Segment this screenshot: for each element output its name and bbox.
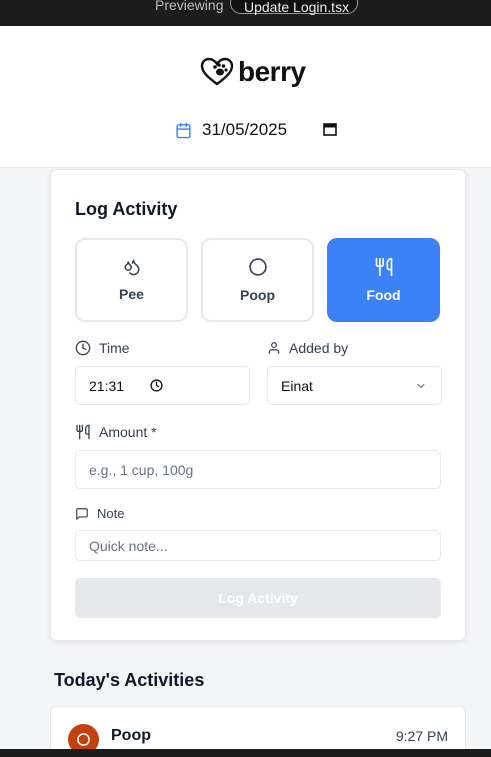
calendar-picker-icon[interactable] xyxy=(323,122,337,136)
clock-icon xyxy=(75,340,91,356)
type-label-pee: Pee xyxy=(119,286,144,302)
time-label: Time xyxy=(75,340,130,356)
amount-placeholder: e.g., 1 cup, 100g xyxy=(89,461,194,478)
time-input[interactable]: 21:31 xyxy=(75,366,250,405)
added-by-label-text: Added by xyxy=(289,340,349,356)
utensils-icon xyxy=(375,257,392,277)
time-value: 21:31 xyxy=(89,377,125,394)
note-label: Note xyxy=(75,506,124,521)
type-label-poop: Poop xyxy=(240,287,275,303)
app-header: berry 31/05/2025 xyxy=(0,26,491,168)
preview-bar: Previewing Update Login.tsx xyxy=(0,0,491,26)
bottom-bar xyxy=(0,749,491,757)
amount-label-text: Amount * xyxy=(99,424,157,440)
utensils-icon xyxy=(76,424,90,440)
preview-label: Previewing xyxy=(155,0,224,13)
time-label-text: Time xyxy=(99,340,130,356)
calendar-icon xyxy=(176,122,191,138)
note-label-text: Note xyxy=(97,506,125,521)
log-activity-button[interactable]: Log Activity xyxy=(75,578,441,618)
brand-name: berry xyxy=(238,56,306,87)
brand-logo: berry xyxy=(200,56,306,88)
card-title: Log Activity xyxy=(75,199,178,219)
droplets-icon xyxy=(124,259,139,276)
note-input[interactable]: Quick note... xyxy=(75,530,441,561)
type-button-pee[interactable]: Pee xyxy=(75,238,188,322)
type-button-poop[interactable]: Poop xyxy=(201,238,314,322)
added-by-value: Einat xyxy=(281,377,313,394)
added-by-select[interactable]: Einat xyxy=(267,366,442,405)
activities-title: Today's Activities xyxy=(54,670,205,690)
circle-icon xyxy=(248,258,267,276)
activity-name: Poop xyxy=(111,727,151,744)
type-button-food[interactable]: Food xyxy=(327,238,440,322)
circle-icon xyxy=(77,733,90,746)
preview-file-pill[interactable]: Update Login.tsx xyxy=(230,0,358,15)
chevron-down-icon xyxy=(417,383,425,388)
activity-time: 9:27 PM xyxy=(395,728,448,744)
message-square-icon xyxy=(76,507,88,520)
clock-picker-icon[interactable] xyxy=(150,379,163,392)
amount-input[interactable]: e.g., 1 cup, 100g xyxy=(75,450,441,489)
type-label-food: Food xyxy=(366,287,401,303)
heart-paw-icon xyxy=(200,57,234,86)
user-icon xyxy=(268,342,280,354)
log-activity-card: Log Activity Pee Poop Food Time 21:31 Ad… xyxy=(50,169,466,641)
note-placeholder: Quick note... xyxy=(89,537,168,554)
date-picker[interactable]: 31/05/2025 xyxy=(175,120,337,140)
date-value: 31/05/2025 xyxy=(202,120,288,139)
amount-label: Amount * xyxy=(75,424,157,440)
added-by-label: Added by xyxy=(267,340,348,356)
